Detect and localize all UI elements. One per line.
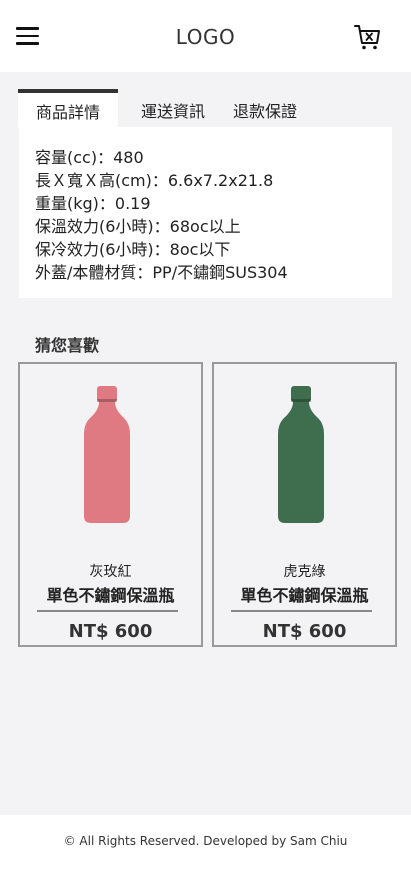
copyright-text: © All Rights Reserved. Developed by Sam …: [63, 834, 348, 848]
product-name: 單色不鏽鋼保溫瓶: [240, 586, 369, 605]
tab-refund-guarantee[interactable]: 退款保證: [222, 89, 308, 127]
product-color: 灰玫紅: [89, 564, 132, 580]
tab-product-details[interactable]: 商品詳情: [18, 89, 118, 127]
divider: [37, 610, 178, 612]
product-price: NT$ 600: [262, 621, 347, 642]
detail-material: 外蓋/本體材質：PP/不鏽鋼SUS304: [35, 263, 288, 282]
product-card[interactable]: 虎克綠 單色不鏽鋼保溫瓶 NT$ 600: [212, 362, 397, 647]
product-details-panel: 容量(cc)：480 長Ｘ寬Ｘ高(cm)：6.6x7.2x21.8 重量(kg)…: [19, 127, 392, 298]
footer: © All Rights Reserved. Developed by Sam …: [0, 815, 411, 869]
recommend-title: 猜您喜歡: [35, 336, 100, 355]
product-color: 虎克綠: [283, 564, 326, 580]
divider: [231, 610, 372, 612]
detail-capacity: 容量(cc)：480: [35, 148, 144, 167]
product-card[interactable]: 灰玫紅 單色不鏽鋼保溫瓶 NT$ 600: [18, 362, 203, 647]
bottle-image: [278, 386, 324, 523]
header: LOGO: [0, 0, 411, 72]
product-price: NT$ 600: [68, 621, 153, 642]
detail-dimensions: 長Ｘ寬Ｘ高(cm)：6.6x7.2x21.8: [35, 171, 274, 190]
detail-weight: 重量(kg)：0.19: [35, 194, 151, 213]
bottle-image: [84, 386, 130, 523]
product-name: 單色不鏽鋼保溫瓶: [46, 586, 175, 605]
detail-cold-retention: 保冷效力(6小時)：8oc以下: [35, 240, 231, 259]
shopping-cart-icon[interactable]: [352, 22, 382, 52]
detail-heat-retention: 保溫效力(6小時)：68oc以上: [35, 217, 241, 236]
product-tabs: 商品詳情 運送資訊 退款保證: [18, 89, 392, 127]
tab-shipping-info[interactable]: 運送資訊: [130, 89, 216, 127]
logo[interactable]: LOGO: [0, 25, 411, 49]
